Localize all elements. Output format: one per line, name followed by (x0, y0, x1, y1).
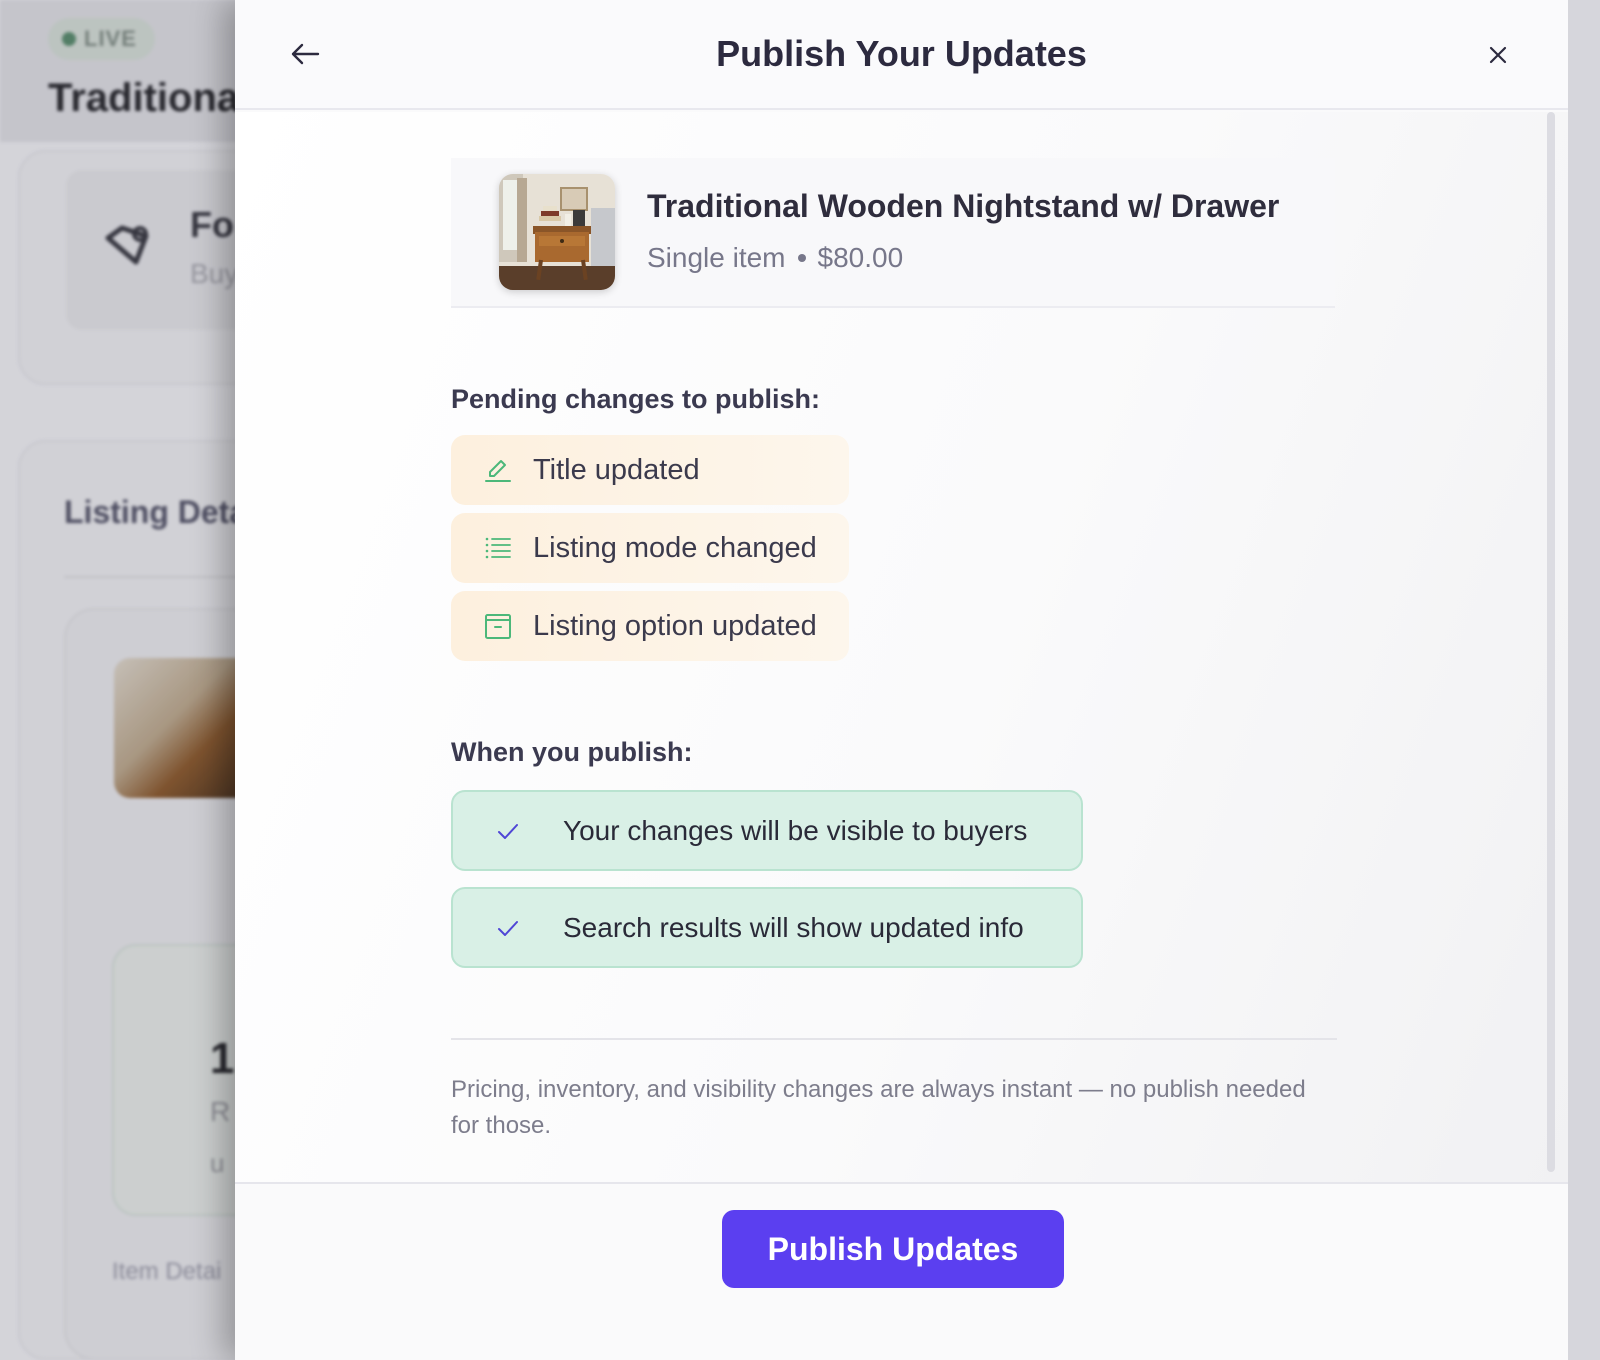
scrollbar[interactable] (1547, 112, 1555, 1172)
modal-header: Publish Your Updates (235, 0, 1568, 110)
pending-changes-heading: Pending changes to publish: (451, 384, 821, 414)
publish-benefit-label: Search results will show updated info (563, 911, 1024, 943)
pending-change-label: Title updated (533, 453, 700, 486)
check-icon (493, 816, 523, 846)
close-icon (1489, 46, 1507, 64)
publish-benefit-item: Your changes will be visible to buyers (451, 790, 1083, 871)
modal-body: Traditional Wooden Nightstand w/ Drawer … (235, 112, 1568, 1182)
pending-change-label: Listing mode changed (533, 531, 817, 564)
check-icon (493, 913, 523, 943)
product-meta: Single item $80.00 (647, 242, 903, 274)
option-box-icon (483, 611, 513, 641)
publish-updates-button[interactable]: Publish Updates (722, 1210, 1064, 1288)
pending-change-item: Listing mode changed (451, 513, 849, 583)
pending-change-item: Listing option updated (451, 591, 849, 661)
product-mode: Single item (647, 242, 786, 273)
separator-dot-icon (797, 254, 806, 262)
window-edge (1568, 0, 1600, 1360)
close-button[interactable] (1483, 40, 1513, 70)
when-you-publish-heading: When you publish: (451, 737, 693, 767)
product-summary-card: Traditional Wooden Nightstand w/ Drawer … (451, 158, 1335, 308)
product-price: $80.00 (817, 242, 904, 273)
product-name: Traditional Wooden Nightstand w/ Drawer (647, 188, 1280, 224)
pending-change-label: Listing option updated (533, 609, 817, 642)
instant-changes-note: Pricing, inventory, and visibility chang… (451, 1076, 1306, 1139)
modal-title: Publish Your Updates (716, 33, 1087, 74)
publish-updates-modal: Publish Your Updates Traditional Wooden … (235, 0, 1568, 1360)
publish-benefit-item: Search results will show updated info (451, 887, 1083, 968)
product-thumbnail (499, 174, 615, 290)
modal-footer: Publish Updates (235, 1182, 1568, 1360)
nightstand-photo (499, 174, 615, 290)
list-icon (483, 533, 513, 563)
publish-benefit-label: Your changes will be visible to buyers (563, 814, 1028, 846)
pending-change-item: Title updated (451, 435, 849, 505)
pencil-icon (483, 455, 513, 485)
divider (451, 1038, 1337, 1040)
